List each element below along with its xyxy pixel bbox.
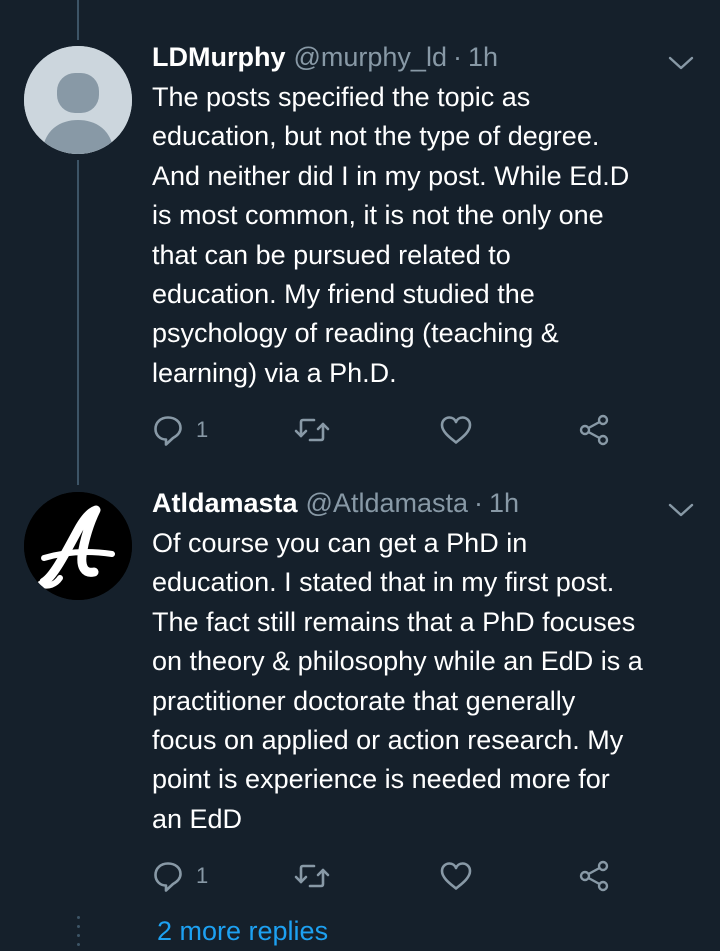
author-handle[interactable]: @Atldamasta <box>306 488 468 519</box>
tweet-text: The posts specified the topic as educati… <box>152 82 630 388</box>
avatar[interactable] <box>24 46 132 154</box>
reply-icon <box>154 862 182 892</box>
like-button[interactable] <box>439 856 473 896</box>
tweet-header: LDMurphy @murphy_ld · 1h <box>152 42 498 76</box>
chevron-down-icon[interactable] <box>668 502 694 518</box>
default-avatar-icon <box>24 46 132 154</box>
tweet-actions: 1 <box>152 856 622 896</box>
tweet-text: Of course you can get a PhD in education… <box>152 528 643 834</box>
tweet-header: Atldamasta @Atldamasta · 1h <box>152 488 519 522</box>
author-name[interactable]: Atldamasta <box>152 488 298 519</box>
reply-icon <box>154 416 182 446</box>
author-name[interactable]: LDMurphy <box>152 42 285 73</box>
retweet-icon <box>294 864 330 888</box>
script-a-logo-icon <box>24 492 132 600</box>
avatar[interactable] <box>24 492 132 600</box>
tweet-card[interactable]: LDMurphy @murphy_ld · 1h The posts speci… <box>0 0 720 480</box>
like-button[interactable] <box>439 410 473 450</box>
share-icon <box>579 414 609 446</box>
author-handle[interactable]: @murphy_ld <box>293 42 446 73</box>
thread-continuation-dots <box>75 916 81 946</box>
chevron-down-icon[interactable] <box>668 55 694 71</box>
reply-button[interactable]: 1 <box>152 856 208 896</box>
retweet-button[interactable] <box>294 856 330 896</box>
like-icon <box>440 416 472 444</box>
share-button[interactable] <box>577 410 611 450</box>
reply-count: 1 <box>196 863 209 888</box>
like-icon <box>440 862 472 890</box>
timestamp[interactable]: 1h <box>468 42 498 73</box>
retweet-icon <box>294 418 330 442</box>
reply-count: 1 <box>196 417 209 442</box>
share-button[interactable] <box>577 856 611 896</box>
tweet-actions: 1 <box>152 410 622 450</box>
share-icon <box>579 860 609 892</box>
retweet-button[interactable] <box>294 410 330 450</box>
separator: · <box>474 488 484 518</box>
more-replies-link[interactable]: 2 more replies <box>157 916 328 947</box>
separator: · <box>452 42 462 72</box>
reply-button[interactable]: 1 <box>152 410 208 450</box>
tweet-card[interactable]: Atldamasta @Atldamasta · 1h Of course yo… <box>0 480 720 910</box>
timestamp[interactable]: 1h <box>489 488 519 519</box>
